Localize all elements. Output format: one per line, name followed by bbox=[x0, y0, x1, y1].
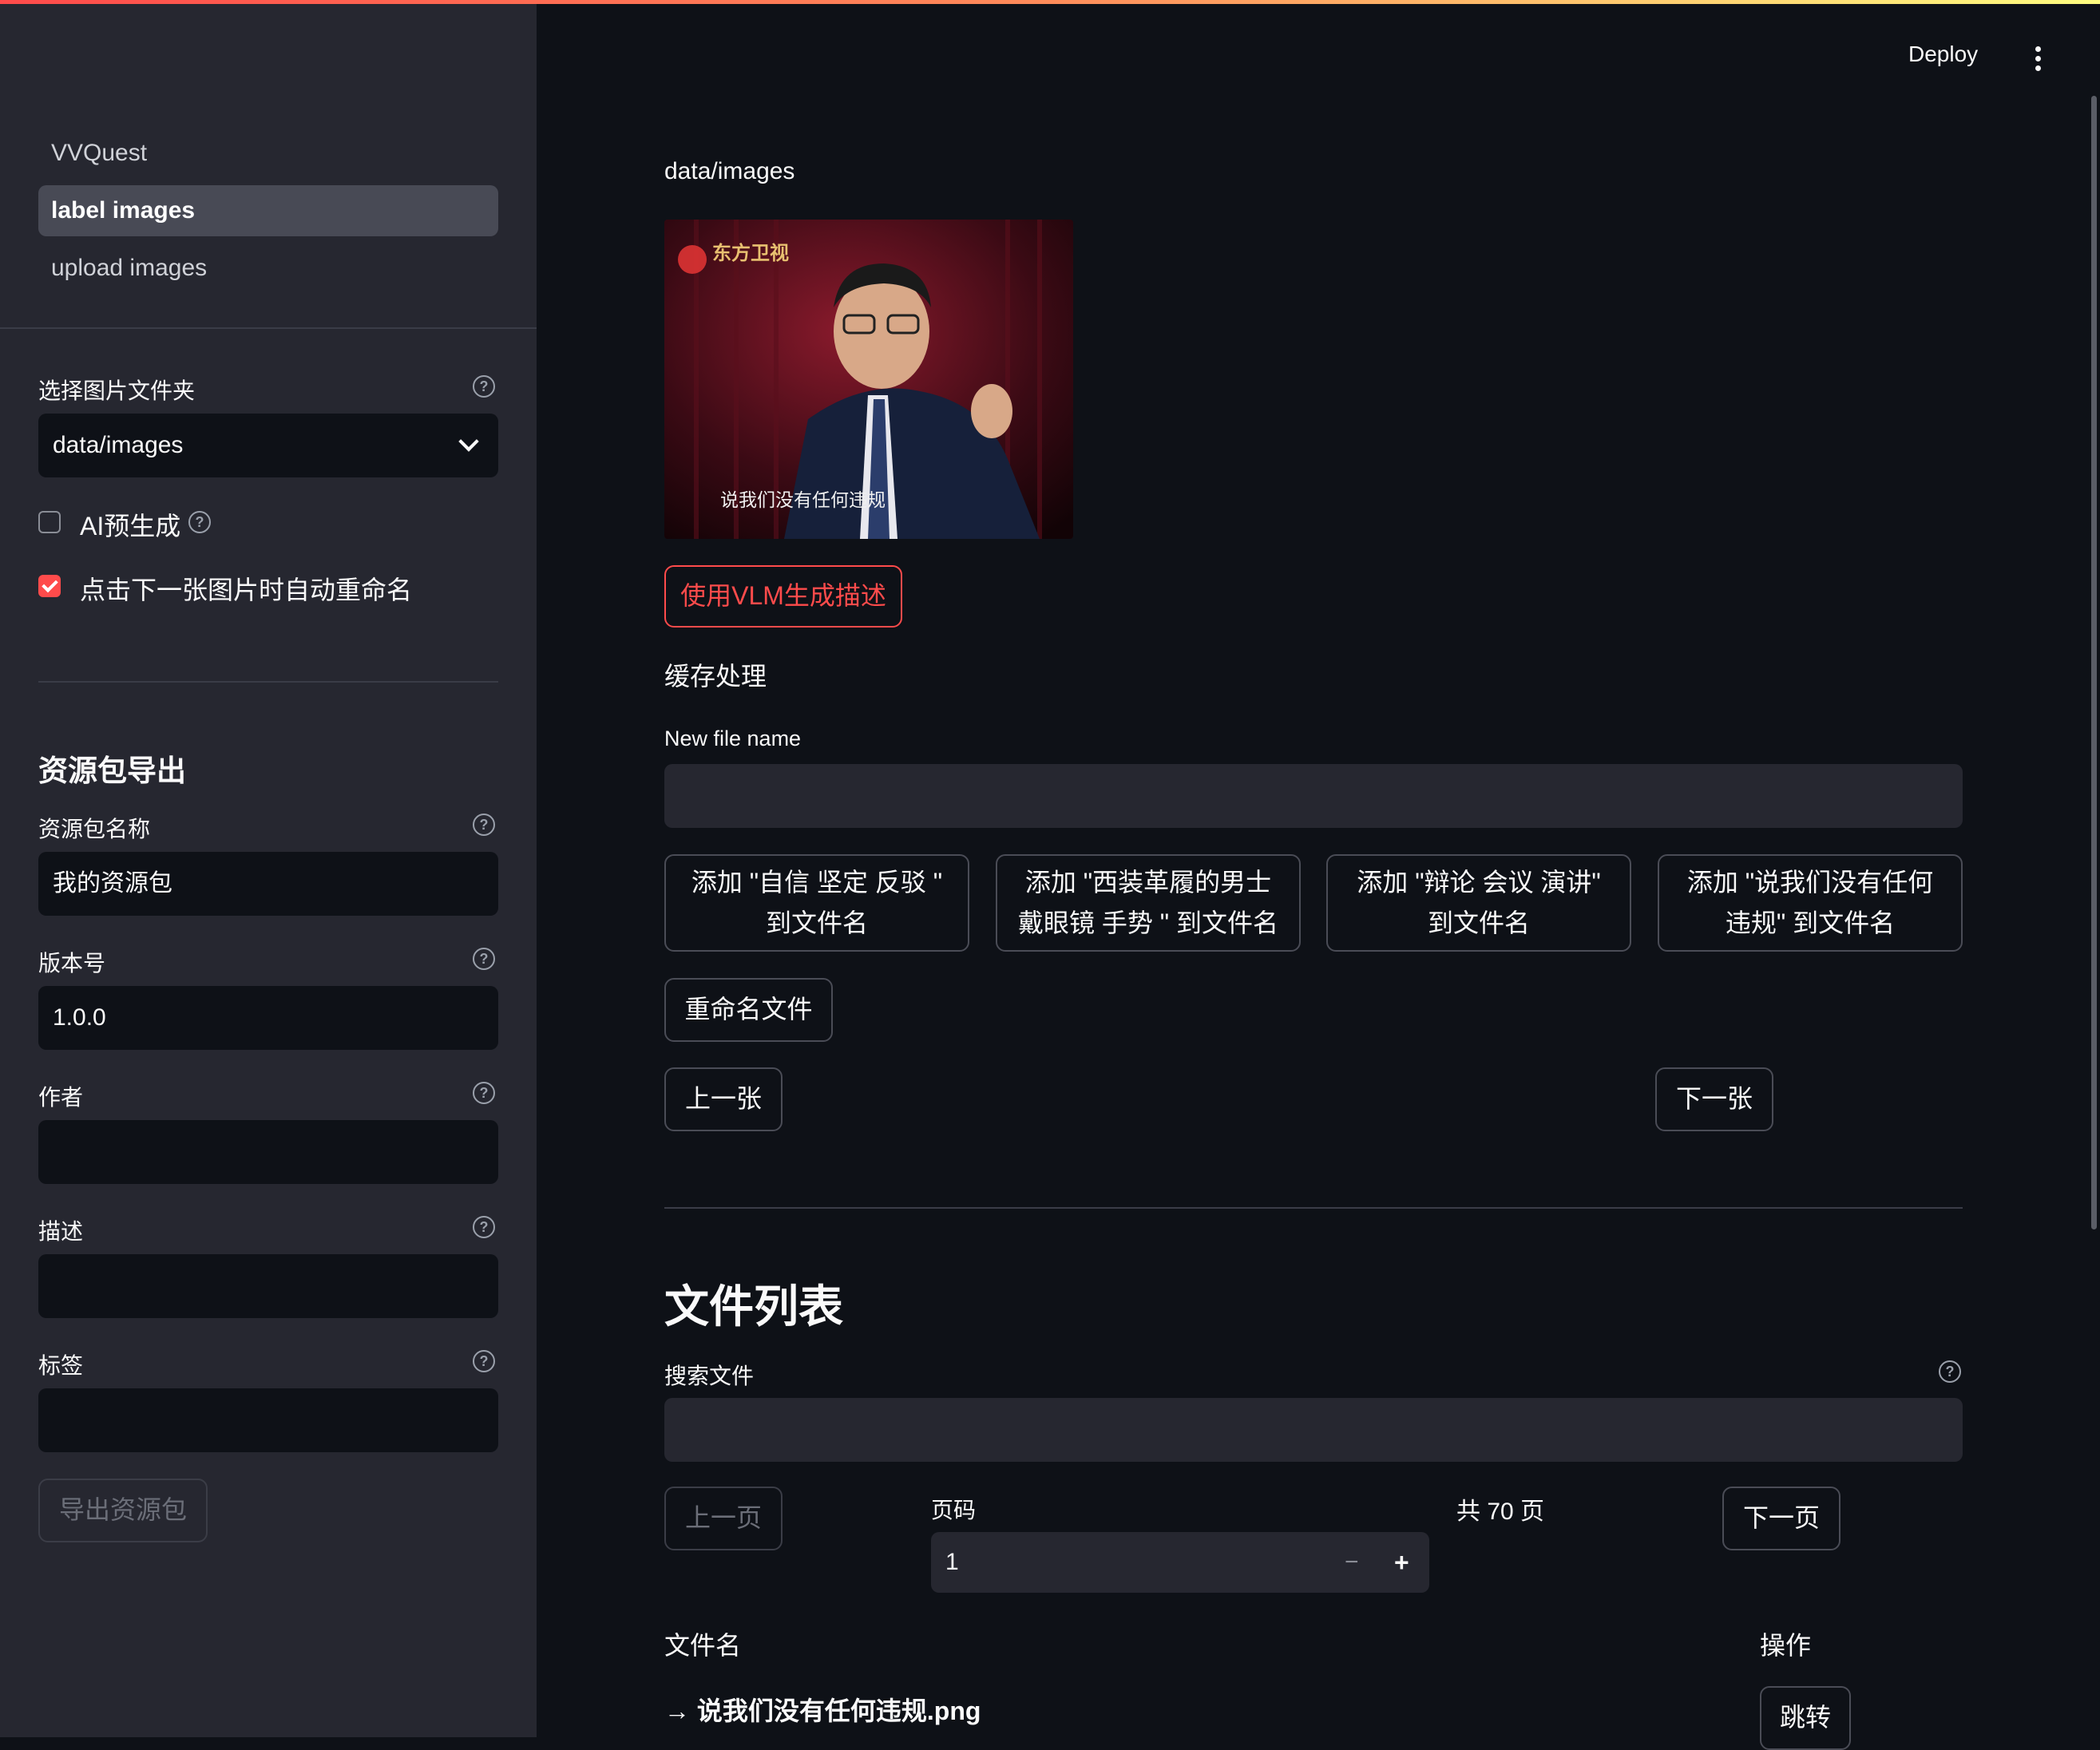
suggestion-2-line1: 添加 "西装革履的男士 bbox=[1024, 867, 1272, 897]
author-input[interactable] bbox=[38, 1120, 498, 1184]
author-label: 作者 bbox=[38, 1085, 84, 1110]
suggestion-button-2[interactable]: 添加 "西装革履的男士 戴眼镜 手势 " 到文件名 bbox=[996, 854, 1301, 952]
suggestion-3-line1: 添加 "辩论 会议 演讲" bbox=[1357, 867, 1601, 897]
nav-item-upload-images[interactable]: upload images bbox=[38, 243, 498, 294]
page-number-value: 1 bbox=[945, 1549, 959, 1575]
column-header-action: 操作 bbox=[1760, 1631, 1812, 1660]
desc-label: 描述 bbox=[38, 1219, 84, 1244]
version-input[interactable]: 1.0.0 bbox=[38, 986, 498, 1050]
top-decoration-bar bbox=[0, 0, 2100, 4]
main-section-divider bbox=[664, 1207, 1963, 1209]
search-files-label: 搜索文件 bbox=[664, 1364, 755, 1388]
page-number-label: 页码 bbox=[931, 1498, 977, 1522]
ai-pregen-checkbox[interactable] bbox=[38, 511, 61, 533]
page-decrement-button[interactable]: − bbox=[1345, 1532, 1359, 1593]
image-logo-text: 东方卫视 bbox=[712, 243, 789, 264]
pack-name-help-icon[interactable]: ? bbox=[473, 814, 495, 836]
page-increment-button[interactable]: + bbox=[1394, 1532, 1409, 1593]
column-header-filename: 文件名 bbox=[664, 1631, 742, 1660]
search-help-icon[interactable]: ? bbox=[1939, 1360, 1961, 1383]
next-page-button[interactable]: 下一页 bbox=[1722, 1487, 1840, 1550]
suggestion-4-line2: 违规" 到文件名 bbox=[1725, 909, 1896, 937]
suggestion-1-line1: 添加 "自信 坚定 反驳 " bbox=[691, 867, 943, 897]
version-help-icon[interactable]: ? bbox=[473, 948, 495, 970]
next-image-button[interactable]: 下一张 bbox=[1655, 1067, 1773, 1131]
current-image: 东方卫视 说我们没有任何违规 bbox=[664, 220, 1073, 539]
author-help-icon[interactable]: ? bbox=[473, 1082, 495, 1104]
export-heading: 资源包导出 bbox=[38, 754, 186, 787]
folder-help-icon[interactable]: ? bbox=[473, 375, 495, 398]
desc-help-icon[interactable]: ? bbox=[473, 1216, 495, 1238]
chevron-down-icon bbox=[458, 431, 479, 452]
file-row-name[interactable]: → 说我们没有任何违规.png bbox=[664, 1691, 981, 1728]
desc-input[interactable] bbox=[38, 1254, 498, 1318]
ai-pregen-help-icon[interactable]: ? bbox=[188, 511, 211, 533]
auto-rename-label: 点击下一张图片时自动重命名 bbox=[80, 576, 413, 604]
tags-input[interactable] bbox=[38, 1388, 498, 1452]
rename-file-button[interactable]: 重命名文件 bbox=[664, 978, 833, 1042]
new-file-name-label: New file name bbox=[664, 727, 802, 750]
deploy-button[interactable]: Deploy bbox=[1908, 42, 1978, 67]
suggestion-button-1[interactable]: 添加 "自信 坚定 反驳 " 到文件名 bbox=[664, 854, 969, 952]
page-number-input[interactable]: 1 − + bbox=[931, 1532, 1429, 1593]
main-scrollbar[interactable] bbox=[2091, 96, 2097, 1229]
pack-name-label: 资源包名称 bbox=[38, 817, 151, 841]
folder-select-value: data/images bbox=[53, 432, 184, 458]
nav-item-vvquest[interactable]: VVQuest bbox=[38, 128, 498, 179]
vlm-generate-button[interactable]: 使用VLM生成描述 bbox=[664, 565, 902, 628]
tags-label: 标签 bbox=[38, 1353, 84, 1378]
new-file-name-input[interactable] bbox=[664, 764, 1963, 828]
sidebar: VVQuest label images upload images 选择图片文… bbox=[0, 0, 537, 1737]
suggestion-4-line1: 添加 "说我们没有任何 bbox=[1686, 867, 1934, 897]
cache-heading: 缓存处理 bbox=[664, 662, 767, 691]
main-menu-icon[interactable] bbox=[2035, 46, 2042, 75]
pack-name-input[interactable]: 我的资源包 bbox=[38, 852, 498, 916]
sidebar-nav: VVQuest label images upload images bbox=[38, 128, 498, 300]
image-caption: 说我们没有任何违规 bbox=[720, 489, 886, 510]
folder-select[interactable]: data/images bbox=[38, 414, 498, 477]
file-list-heading: 文件列表 bbox=[664, 1281, 843, 1332]
nav-item-label-images[interactable]: label images bbox=[38, 185, 498, 236]
tags-help-icon[interactable]: ? bbox=[473, 1350, 495, 1372]
total-pages-text: 共 70 页 bbox=[1456, 1499, 1545, 1525]
search-files-input[interactable] bbox=[664, 1398, 1963, 1462]
current-folder-path: data/images bbox=[664, 158, 795, 184]
ai-pregen-label: AI预生成 bbox=[80, 512, 181, 540]
version-label: 版本号 bbox=[38, 951, 106, 976]
suggestion-1-line2: 到文件名 bbox=[765, 909, 868, 937]
folder-select-label: 选择图片文件夹 bbox=[38, 378, 196, 403]
sidebar-section-divider bbox=[38, 681, 498, 683]
prev-page-button[interactable]: 上一页 bbox=[664, 1487, 783, 1550]
prev-image-button[interactable]: 上一张 bbox=[664, 1067, 783, 1131]
suggestion-3-line2: 到文件名 bbox=[1427, 909, 1530, 937]
file-row-jump-button[interactable]: 跳转 bbox=[1760, 1686, 1851, 1750]
suggestion-2-line2: 戴眼镜 手势 " 到文件名 bbox=[1017, 909, 1279, 937]
suggestion-button-4[interactable]: 添加 "说我们没有任何 违规" 到文件名 bbox=[1658, 854, 1963, 952]
suggestion-button-3[interactable]: 添加 "辩论 会议 演讲" 到文件名 bbox=[1326, 854, 1631, 952]
sidebar-nav-divider bbox=[0, 327, 537, 329]
auto-rename-checkbox[interactable] bbox=[38, 575, 61, 597]
export-button[interactable]: 导出资源包 bbox=[38, 1479, 208, 1542]
